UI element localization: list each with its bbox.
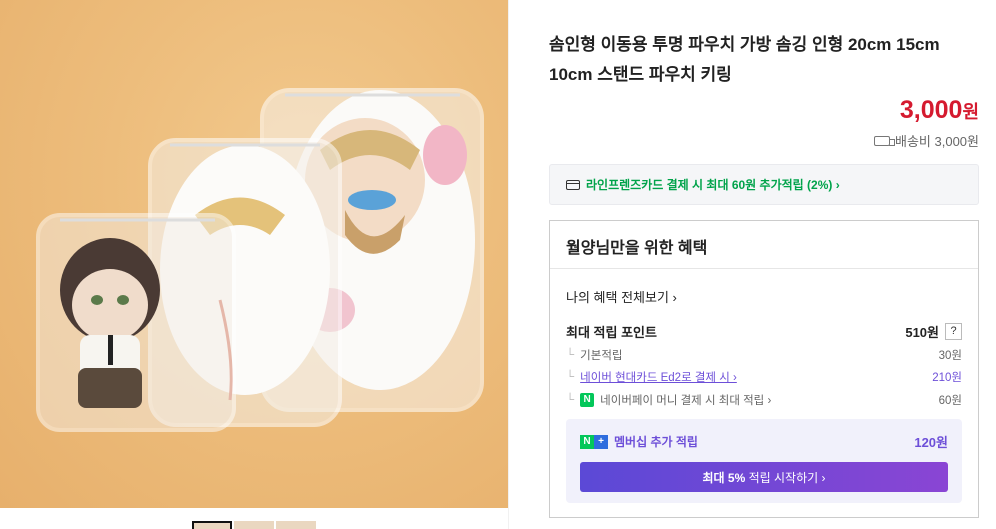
thumbnail-1[interactable] <box>192 521 232 529</box>
points-row-value: 210원 <box>932 372 962 384</box>
naver-plus-icon: N + <box>580 434 608 449</box>
my-benefits-link[interactable]: 나의 혜택 전체보기 › <box>566 287 962 306</box>
product-photo-illustration <box>36 88 484 432</box>
points-row-value: 30원 <box>938 350 962 362</box>
points-row-basic: └ 기본적립 30원 <box>566 349 962 362</box>
start-button-bold: 최대 5% <box>702 470 746 485</box>
card-promo-banner[interactable]: 라인프렌즈카드 결제 시 최대 60원 추가적립 (2%) › <box>549 164 979 205</box>
product-image[interactable] <box>0 0 508 508</box>
max-points-label: 최대 적립 포인트 <box>566 325 657 340</box>
points-row-label: 기본적립 <box>580 350 623 362</box>
divider <box>508 0 509 529</box>
max-points-row: 최대 적립 포인트 510원 ? <box>566 322 962 341</box>
npay-money-link[interactable]: 네이버페이 머니 결제 시 최대 적립 › <box>600 392 771 408</box>
membership-row: N + 멤버십 추가 적립 120원 <box>580 432 948 451</box>
thumbnail-3[interactable] <box>276 521 316 529</box>
shipping-info: 배송비 3,000원 <box>874 131 979 150</box>
card-promo-text: 라인프렌즈카드 결제 시 최대 60원 추가적립 (2%) › <box>586 178 840 192</box>
price-value: 3,000 <box>899 96 963 124</box>
points-row-hyundai-card: └ 네이버 현대카드 Ed2로 결제 시 › 210원 <box>566 369 962 385</box>
membership-label: 멤버십 추가 적립 <box>614 435 698 449</box>
hyundai-card-link[interactable]: 네이버 현대카드 Ed2로 결제 시 › <box>580 369 737 385</box>
membership-box: N + 멤버십 추가 적립 120원 최대 5% 적립 시작하기 › <box>566 419 962 503</box>
points-row-npay-money: └ N 네이버페이 머니 결제 시 최대 적립 › 60원 <box>566 392 962 408</box>
thumbnail-strip <box>192 521 316 529</box>
start-membership-button[interactable]: 최대 5% 적립 시작하기 › <box>580 462 948 492</box>
benefit-heading: 월양님만을 위한 혜택 <box>550 221 978 269</box>
price-unit: 원 <box>962 102 979 122</box>
start-button-label: 적립 시작하기 › <box>745 470 826 485</box>
price: 3,000원 <box>900 96 979 125</box>
shipping-text: 배송비 3,000원 <box>895 134 979 149</box>
card-icon <box>566 179 580 190</box>
thumbnail-2[interactable] <box>234 521 274 529</box>
points-row-value: 60원 <box>938 395 962 407</box>
product-title: 솜인형 이동용 투명 파우치 가방 솜깅 인형 20cm 15cm 10cm 스… <box>549 35 940 84</box>
help-button[interactable]: ? <box>945 323 962 340</box>
benefit-panel: 월양님만을 위한 혜택 나의 혜택 전체보기 › 최대 적립 포인트 510원 … <box>549 220 979 518</box>
truck-icon <box>874 135 896 146</box>
membership-value: 120원 <box>914 435 948 450</box>
naver-pay-icon: N <box>580 393 595 407</box>
max-points-value: 510원 <box>905 325 939 340</box>
